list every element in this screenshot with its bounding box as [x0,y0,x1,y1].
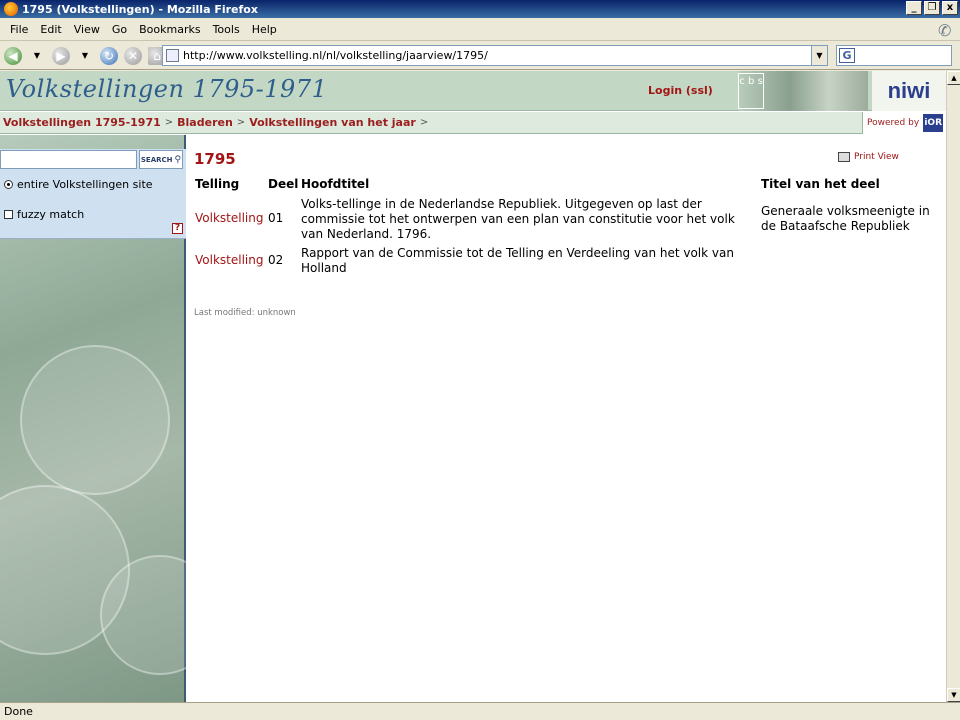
row-2-hoofdtitel: Rapport van de Commissie tot de Telling … [301,246,734,275]
breadcrumb-bladeren[interactable]: Bladeren [177,116,233,129]
back-button[interactable]: ◀ [2,45,24,67]
close-button[interactable]: x [942,1,958,15]
forward-arrow-icon: ▶ [52,46,70,65]
minimize-button[interactable]: _ [906,1,922,15]
menu-edit[interactable]: Edit [34,23,67,36]
breadcrumb: Volkstellingen 1795-1971 > Bladeren > Vo… [0,112,946,134]
niwi-logo[interactable]: niwi [872,71,946,111]
back-history-dropdown[interactable]: ▼ [26,45,48,67]
powered-by-label: Powered by [867,118,920,128]
forward-button[interactable]: ▶ [50,45,72,67]
last-modified: Last modified: unknown [194,308,296,318]
row-1-telling-link[interactable]: Volkstelling [195,211,263,226]
clock-dial-decoration [20,345,170,495]
column-header-telling: Telling [195,177,240,191]
scope-radio[interactable] [4,180,13,189]
window-title: 1795 (Volkstellingen) - Mozilla Firefox [22,2,258,16]
row-1-hoofdtitel: Volks-tellinge in de Nederlandse Republi… [301,197,735,241]
page-viewport: Volkstellingen 1795-1971 Login (ssl) c b… [0,71,960,702]
scope-option-site[interactable]: entire Volkstellingen site [4,178,153,191]
menu-bookmarks[interactable]: Bookmarks [133,23,206,36]
vertical-scrollbar[interactable]: ▲ ▼ [946,71,960,702]
menu-file[interactable]: File [4,23,34,36]
site-search-button[interactable]: SEARCH ⚲ [139,150,183,169]
firefox-icon [4,2,18,16]
page-icon [166,49,179,62]
ior-logo[interactable]: iOR [923,114,944,132]
status-bar: Done [0,702,960,720]
address-bar[interactable]: http://www.volkstelling.nl/nl/volkstelli… [162,45,828,66]
page-title: 1795 [194,150,236,168]
site-header: Volkstellingen 1795-1971 Login (ssl) c b… [0,71,946,111]
menu-bar: File Edit View Go Bookmarks Tools Help ✆ [0,19,960,41]
sidebar: SEARCH ⚲ entire Volkstellingen site fuzz… [0,135,220,702]
breadcrumb-separator: > [419,117,429,128]
maximize-button[interactable]: ❐ [924,1,940,15]
help-icon[interactable]: ? [172,223,183,234]
row-2-telling-link[interactable]: Volkstelling [195,253,263,268]
forward-history-dropdown[interactable]: ▼ [74,45,96,67]
stop-button[interactable]: ✕ [122,45,144,67]
throbber-icon: ✆ [938,21,952,40]
chevron-down-icon: ▼ [81,51,89,60]
window-controls: _ ❐ x [906,1,958,15]
column-header-titel-van-het-deel: Titel van het deel [761,177,880,191]
scroll-up-button[interactable]: ▲ [947,71,960,85]
menu-help[interactable]: Help [246,23,283,36]
main-content: 1795 Print View Telling Deel Hoofdtitel … [194,135,946,702]
menu-tools[interactable]: Tools [207,23,246,36]
scroll-down-button[interactable]: ▼ [947,688,960,702]
menu-go[interactable]: Go [106,23,133,36]
breadcrumb-volkstellingen-van-het-jaar[interactable]: Volkstellingen van het jaar [249,116,416,129]
column-header-hoofdtitel: Hoofdtitel [301,177,370,191]
print-view-label: Print View [854,152,899,162]
scope-option-site-label: entire Volkstellingen site [17,178,153,191]
column-header-deel: Deel [268,177,299,191]
search-button-label: SEARCH [140,155,173,164]
reload-icon: ↻ [100,46,118,65]
login-link[interactable]: Login (ssl) [648,84,713,97]
fuzzy-match-label: fuzzy match [17,208,85,221]
stop-icon: ✕ [124,46,142,65]
chevron-down-icon: ▼ [33,51,41,60]
row-1-deel: 01 [268,211,284,225]
row-1-titel-van-het-deel: Generaale volksmeenigte in de Bataafsche… [761,204,930,233]
status-text: Done [4,705,33,718]
fuzzy-match-checkbox[interactable] [4,210,13,219]
address-dropdown-button[interactable]: ▼ [811,46,827,65]
reload-button[interactable]: ↻ [98,45,120,67]
search-panel: SEARCH ⚲ entire Volkstellingen site fuzz… [0,149,186,239]
breadcrumb-separator: > [236,117,246,128]
search-icon: ⚲ [174,154,182,165]
address-url: http://www.volkstelling.nl/nl/volkstelli… [183,49,488,62]
cbs-logo[interactable]: c b s [738,73,764,109]
back-arrow-icon: ◀ [4,46,22,65]
navigation-toolbar: ◀ ▼ ▶ ▼ ↻ ✕ ⌂ http://www.volkstelling.nl… [0,42,960,70]
print-view-link[interactable]: Print View [838,152,899,162]
window-titlebar: 1795 (Volkstellingen) - Mozilla Firefox … [0,0,960,18]
search-bar[interactable]: G [836,45,952,66]
google-search-engine-icon[interactable]: G [839,48,855,63]
powered-by: Powered by iOR [862,112,946,134]
menu-view[interactable]: View [68,23,106,36]
breadcrumb-separator: > [164,117,174,128]
row-2-deel: 02 [268,253,284,267]
printer-icon [838,152,850,162]
site-search-input[interactable] [0,150,137,169]
breadcrumb-home[interactable]: Volkstellingen 1795-1971 [3,116,161,129]
site-logo[interactable]: Volkstellingen 1795-1971 [6,75,327,103]
fuzzy-match-option[interactable]: fuzzy match [4,208,84,221]
